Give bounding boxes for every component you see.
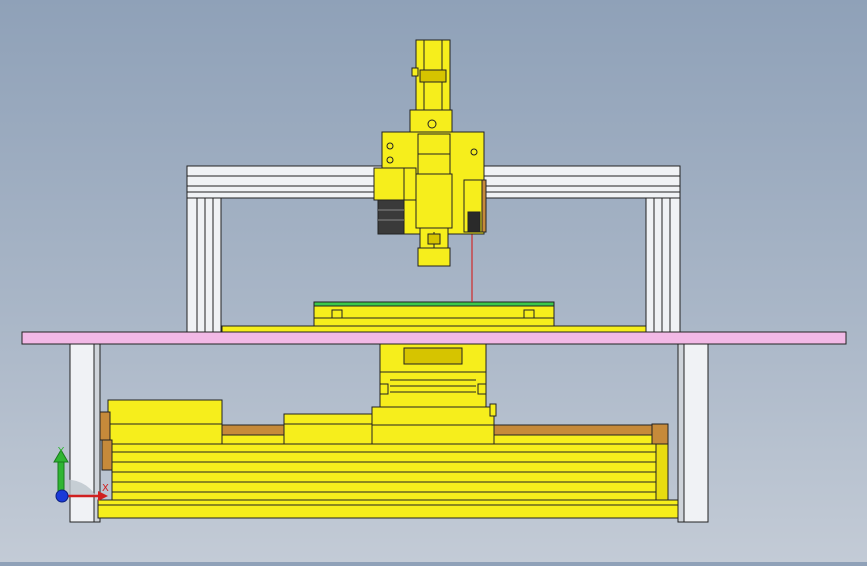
laser-module (463, 179, 487, 233)
right-gantry-pillar (645, 197, 681, 333)
y-axis-label: Y (57, 446, 65, 457)
base-plate (97, 499, 679, 519)
center-carriage (283, 406, 495, 445)
workpiece-fixture (313, 301, 555, 327)
spindle-body (415, 173, 453, 267)
cad-model-svg: Y X (21, 39, 847, 523)
spindle-motor (411, 39, 451, 111)
worktable (21, 325, 847, 345)
left-gantry-pillar (186, 197, 222, 333)
z-lift-block (379, 343, 497, 417)
right-leg (677, 343, 709, 523)
cad-viewport[interactable]: Y X (0, 0, 867, 562)
lower-linear-axis (111, 443, 669, 501)
x-axis-label: X (102, 483, 109, 494)
